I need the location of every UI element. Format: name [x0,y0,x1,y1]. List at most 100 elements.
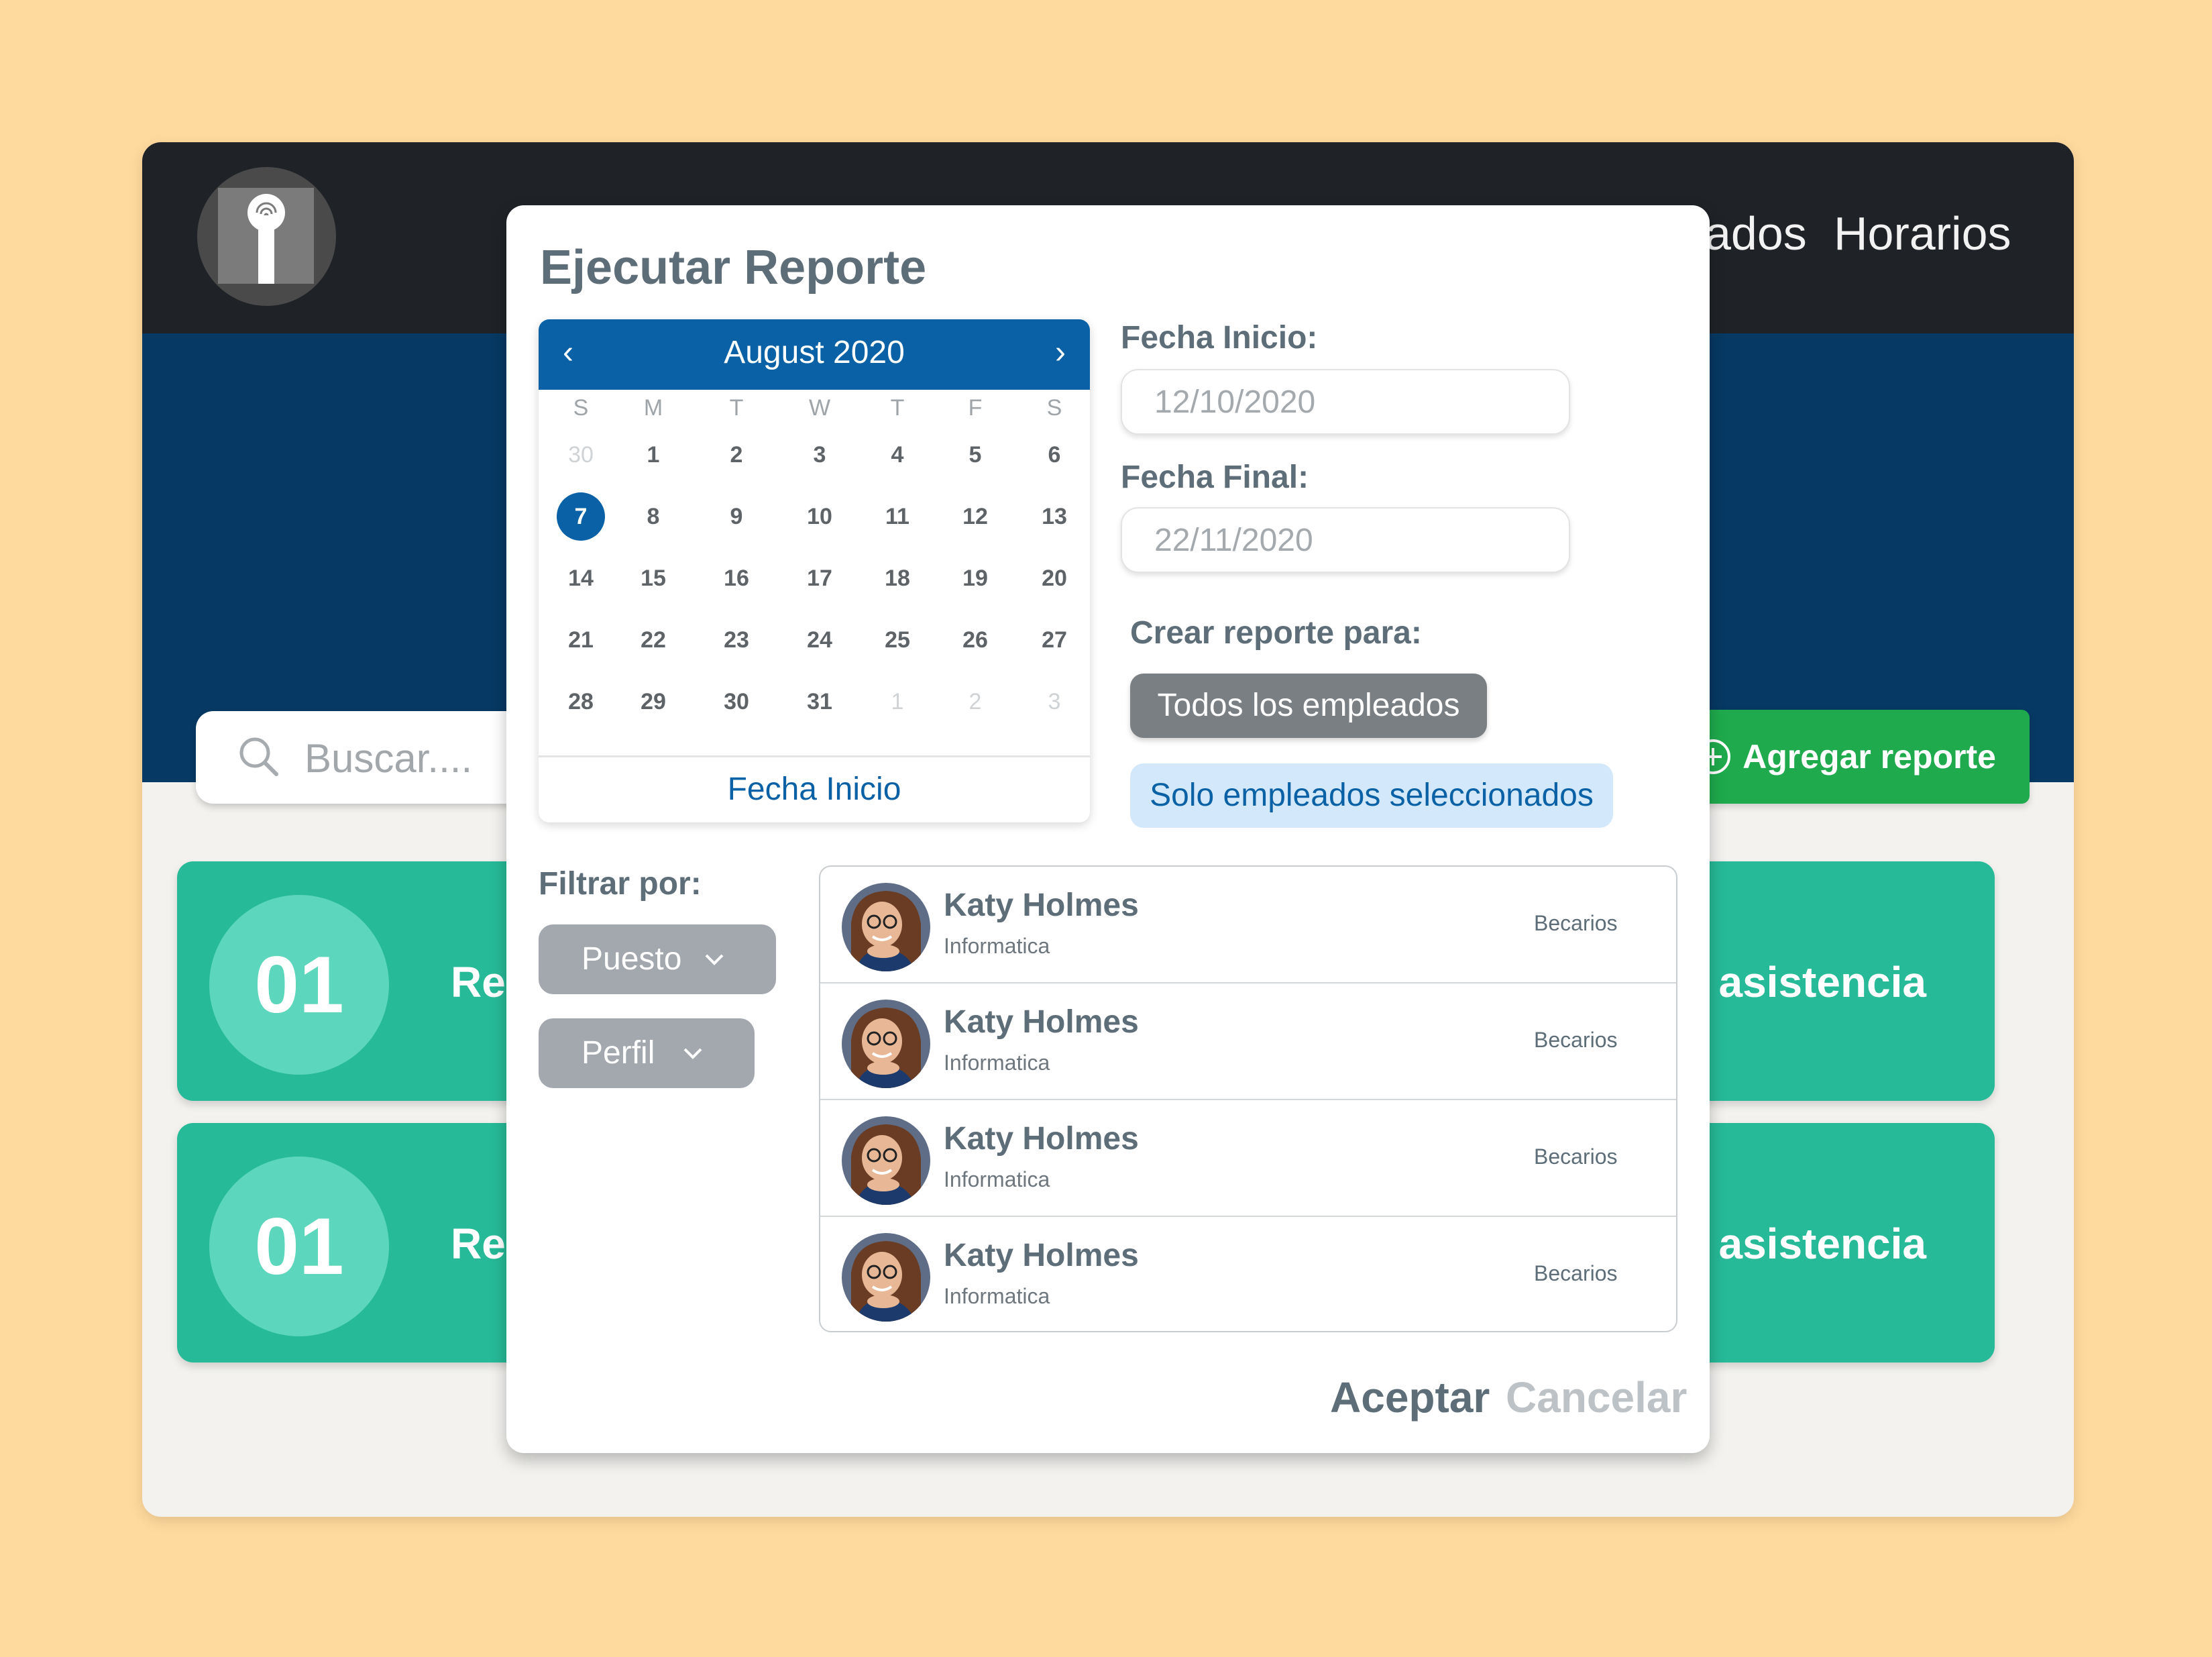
calendar-week-row: 7 8 9 10 11 12 13 [539,490,1090,543]
calendar-day[interactable]: 18 [867,551,928,605]
calendar-month: August 2020 [724,335,905,370]
calendar-weekday: S [1046,395,1062,421]
employee-row[interactable]: Katy Holmes Informatica Becarios [820,1100,1676,1217]
calendar-weekday: T [890,395,905,421]
calendar-week-row: 28 29 30 31 1 2 3 [539,675,1090,729]
calendar-day[interactable]: 12 [945,490,1005,543]
calendar-day[interactable]: 22 [623,613,683,667]
calendar-day[interactable]: 10 [789,490,850,543]
calendar-day[interactable]: 1 [867,675,928,729]
report-title-end: e asistencia [1683,1220,1926,1268]
calendar-day-selected[interactable]: 7 [551,490,611,543]
calendar-day[interactable]: 1 [623,428,683,482]
calendar-day[interactable]: 30 [706,675,767,729]
filter-label: Filtrar por: [539,866,702,902]
chevron-down-icon [705,954,724,965]
calendar-day[interactable]: 2 [945,675,1005,729]
calendar-weekday: W [808,395,831,421]
selected-day-marker: 7 [557,492,605,541]
calendar-day[interactable]: 27 [1024,613,1085,667]
start-date-label: Fecha Inicio: [1121,320,1318,356]
calendar-day[interactable]: 14 [551,551,611,605]
report-number: 01 [209,1157,389,1336]
calendar-day[interactable]: 9 [706,490,767,543]
fingerprint-key-icon [247,194,285,284]
report-title-start: Re [451,1220,506,1268]
calendar-day[interactable]: 30 [551,428,611,482]
calendar-day[interactable]: 8 [623,490,683,543]
calendar-day[interactable]: 25 [867,613,928,667]
calendar-weekday: S [573,395,589,421]
avatar [842,1116,930,1205]
employee-department: Informatica [944,1051,1050,1075]
calendar-footer-label[interactable]: Fecha Inicio [539,755,1090,822]
add-report-button[interactable]: Agregar reporte [1671,710,2030,804]
employee-department: Informatica [944,1167,1050,1191]
calendar-day[interactable]: 17 [789,551,850,605]
nav-empleados[interactable]: ados [1705,207,1807,260]
dialog-title: Ejecutar Reporte [540,241,927,295]
calendar-day[interactable]: 24 [789,613,850,667]
filter-profile-label: Perfil [582,1035,655,1071]
report-title-start: Re [451,958,506,1006]
employee-group: Becarios [1534,911,1618,935]
employee-name: Katy Holmes [944,888,1139,923]
calendar-day[interactable]: 2 [706,428,767,482]
accept-button[interactable]: Aceptar [1330,1373,1490,1422]
employee-row[interactable]: Katy Holmes Informatica Becarios [820,867,1676,983]
employee-name: Katy Holmes [944,1238,1139,1273]
all-employees-option[interactable]: Todos los empleados [1130,674,1487,738]
employee-department: Informatica [944,1284,1050,1308]
nav-horarios[interactable]: Horarios [1834,207,2011,260]
avatar [842,1233,930,1322]
calendar-day[interactable]: 20 [1024,551,1085,605]
cancel-button[interactable]: Cancelar [1506,1373,1687,1422]
employee-department: Informatica [944,934,1050,958]
report-number: 01 [209,895,389,1075]
calendar-day[interactable]: 3 [789,428,850,482]
calendar-day[interactable]: 4 [867,428,928,482]
report-title-end: e asistencia [1683,958,1926,1006]
calendar-day[interactable]: 19 [945,551,1005,605]
employee-group: Becarios [1534,1144,1618,1169]
start-date-field[interactable] [1121,369,1570,435]
filter-position-dropdown[interactable]: Puesto [539,924,776,994]
employee-list: Katy Holmes Informatica Becarios Katy Holme… [819,865,1677,1332]
employee-name: Katy Holmes [944,1004,1139,1040]
calendar-week-row: 14 15 16 17 18 19 20 [539,551,1090,605]
date-picker-calendar: ‹ August 2020 › S M T W T F S 30 1 2 3 4 5 6 7 8 9 10 11 12… [539,319,1090,822]
calendar-header: ‹ August 2020 › [539,319,1090,390]
calendar-week-row: 30 1 2 3 4 5 6 [539,428,1090,482]
calendar-day[interactable]: 28 [551,675,611,729]
chevron-down-icon [683,1048,702,1059]
report-for-label: Crear reporte para: [1130,615,1422,651]
employee-name: Katy Holmes [944,1121,1139,1157]
employee-row[interactable]: Katy Holmes Informatica Becarios [820,1217,1676,1331]
calendar-week-row: 21 22 23 24 25 26 27 [539,613,1090,667]
calendar-weekday: M [643,395,663,421]
calendar-day[interactable]: 6 [1024,428,1085,482]
calendar-day[interactable]: 13 [1024,490,1085,543]
calendar-day[interactable]: 16 [706,551,767,605]
selected-employees-option[interactable]: Solo empleados seleccionados [1130,763,1613,828]
end-date-field[interactable] [1121,507,1570,573]
calendar-day[interactable]: 31 [789,675,850,729]
calendar-day[interactable]: 3 [1024,675,1085,729]
filter-profile-dropdown[interactable]: Perfil [539,1018,755,1088]
calendar-day[interactable]: 5 [945,428,1005,482]
employee-group: Becarios [1534,1261,1618,1285]
calendar-day[interactable]: 15 [623,551,683,605]
avatar [842,883,930,971]
calendar-day[interactable]: 26 [945,613,1005,667]
chevron-right-icon[interactable]: › [1055,336,1066,370]
employee-row[interactable]: Katy Holmes Informatica Becarios [820,983,1676,1100]
calendar-day[interactable]: 29 [623,675,683,729]
app-logo[interactable] [197,167,336,306]
add-report-label: Agregar reporte [1743,738,1996,776]
filter-position-label: Puesto [582,941,682,977]
calendar-day[interactable]: 21 [551,613,611,667]
calendar-day[interactable]: 23 [706,613,767,667]
calendar-weekday: T [729,395,744,421]
employee-group: Becarios [1534,1028,1618,1052]
calendar-day[interactable]: 11 [867,490,928,543]
